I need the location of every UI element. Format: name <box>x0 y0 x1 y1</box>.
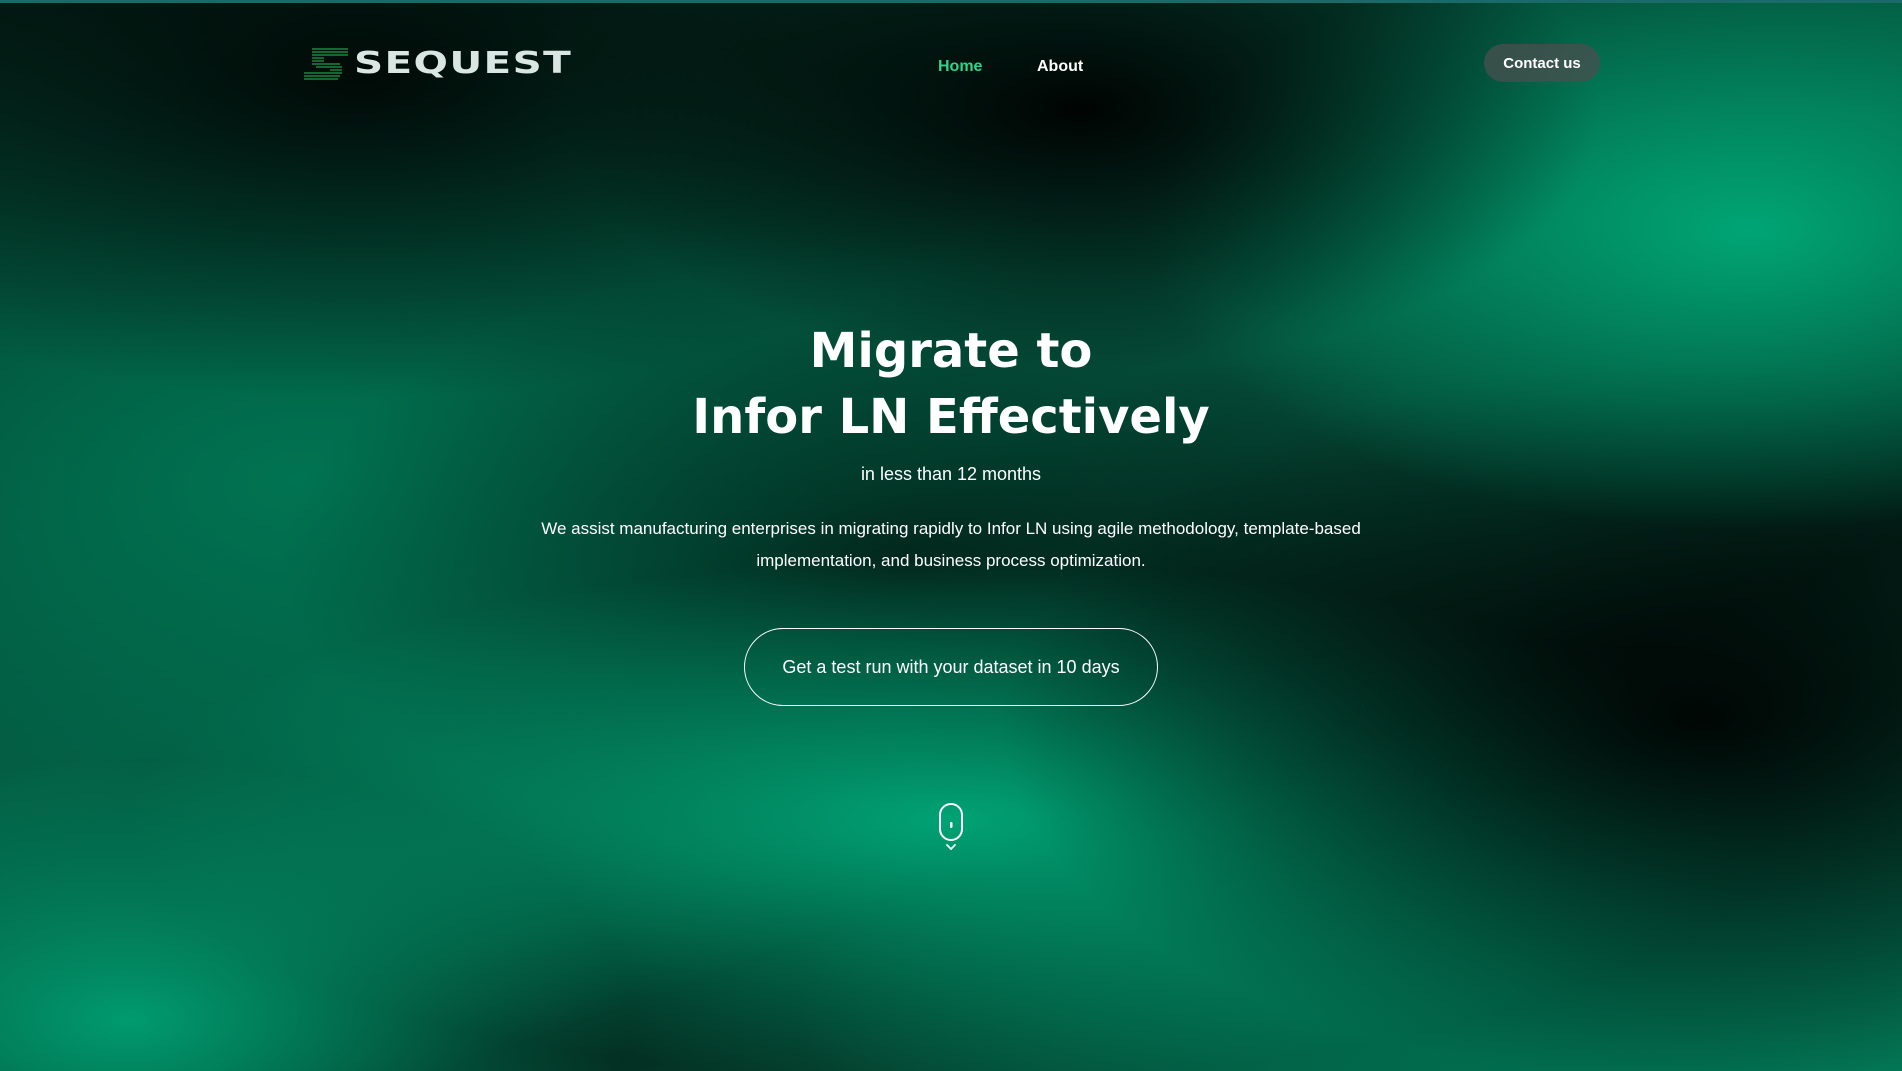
mouse-scroll-icon[interactable] <box>938 802 966 852</box>
main-nav: Home About <box>0 58 1902 82</box>
hero-title-line-1: Migrate to <box>809 323 1093 379</box>
site-header: SEQUEST Home About Contact us <box>0 0 1902 120</box>
hero-subtitle: in less than 12 months <box>860 464 1042 484</box>
test-run-cta-button[interactable]: Get a test run with your dataset in 10 d… <box>744 628 1158 706</box>
hero-section: Migrate to Infor LN Effectively in less … <box>0 318 1902 706</box>
hero-title-line-2: Infor LN Effectively <box>692 389 1210 445</box>
nav-item-home[interactable]: Home <box>938 58 982 76</box>
nav-item-about[interactable]: About <box>1037 58 1083 76</box>
landing-page: SEQUEST Home About Contact us Migrate to… <box>0 0 1902 1071</box>
contact-us-button[interactable]: Contact us <box>1484 44 1600 82</box>
hero-title: Migrate to Infor LN Effectively <box>0 318 1902 450</box>
hero-description: We assist manufacturing enterprises in m… <box>541 519 1361 570</box>
